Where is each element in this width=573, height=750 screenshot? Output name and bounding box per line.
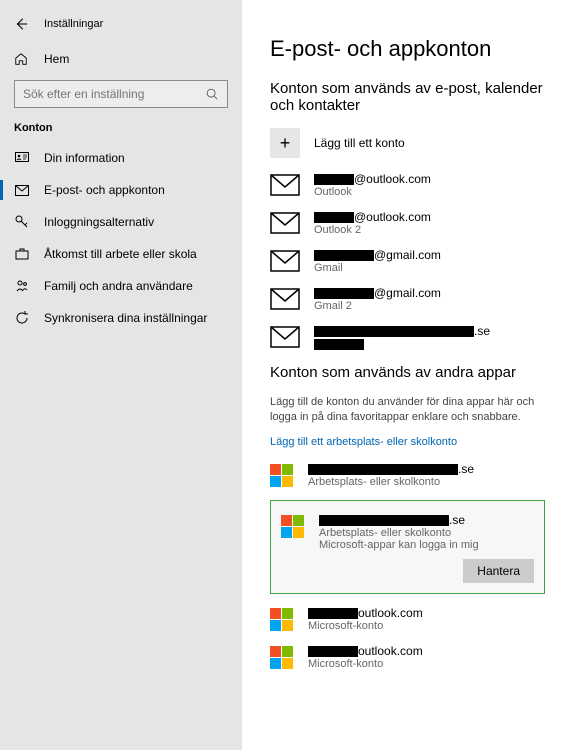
account-row[interactable]: @gmail.com Gmail 2 — [270, 286, 545, 312]
account-row[interactable]: outlook.com Microsoft-konto — [270, 606, 545, 632]
microsoft-logo-icon — [270, 608, 294, 632]
window-title: Inställningar — [44, 18, 103, 30]
briefcase-icon — [14, 248, 30, 260]
account-type: Arbetsplats- eller skolkonto — [308, 476, 474, 488]
mail-icon — [270, 286, 300, 310]
account-email: @outlook.com — [314, 210, 431, 224]
account-sub: Microsoft-appar kan logga in mig — [319, 539, 479, 551]
sidebar-item-info[interactable]: Din information — [0, 142, 242, 174]
account-email: .se — [314, 324, 490, 338]
account-row[interactable]: .se — [270, 324, 545, 350]
account-email: @gmail.com — [314, 286, 441, 300]
account-row[interactable]: @outlook.com Outlook 2 — [270, 210, 545, 236]
sidebar-item-label: Inloggningsalternativ — [44, 215, 154, 229]
mail-icon — [270, 324, 300, 348]
section-2-desc: Lägg till de konton du använder för dina… — [270, 395, 545, 426]
account-email: outlook.com — [308, 644, 423, 658]
microsoft-logo-icon — [270, 464, 294, 488]
account-email: @outlook.com — [314, 172, 431, 186]
search-input-container[interactable] — [14, 80, 228, 108]
account-provider: Gmail 2 — [314, 300, 441, 312]
sidebar-item-signin[interactable]: Inloggningsalternativ — [0, 206, 242, 238]
manage-button[interactable]: Hantera — [463, 559, 534, 583]
sidebar-item-email[interactable]: E-post- och appkonton — [0, 174, 242, 206]
home-icon — [14, 52, 28, 66]
sidebar-item-sync[interactable]: Synkronisera dina inställningar — [0, 302, 242, 334]
person-card-icon — [14, 152, 30, 164]
sidebar-item-label: Synkronisera dina inställningar — [44, 311, 207, 325]
account-row[interactable]: .se Arbetsplats- eller skolkonto Microso… — [281, 513, 534, 551]
search-input[interactable] — [23, 87, 205, 101]
account-type: Microsoft-konto — [308, 620, 423, 632]
sidebar-item-family[interactable]: Familj och andra användare — [0, 270, 242, 302]
sidebar-item-label: Familj och andra användare — [44, 279, 193, 293]
sync-icon — [14, 311, 30, 325]
page-title: E-post- och appkonton — [270, 36, 545, 62]
key-icon — [14, 215, 30, 229]
mail-icon — [14, 185, 30, 196]
account-email: outlook.com — [308, 606, 423, 620]
sidebar-item-label: Din information — [44, 151, 125, 165]
account-provider: Gmail — [314, 262, 441, 274]
account-provider — [314, 338, 490, 350]
home-nav[interactable]: Hem — [14, 48, 228, 70]
nav-section-label: Konton — [0, 108, 242, 142]
sidebar-item-label: E-post- och appkonton — [44, 183, 165, 197]
sidebar-item-label: Åtkomst till arbete eller skola — [44, 247, 197, 261]
add-work-account-link[interactable]: Lägg till ett arbetsplats- eller skolkon… — [270, 436, 545, 448]
add-account-label: Lägg till ett konto — [314, 136, 405, 150]
account-row[interactable]: @gmail.com Gmail — [270, 248, 545, 274]
section-title-2: Konton som används av andra appar — [270, 364, 545, 381]
account-email: @gmail.com — [314, 248, 441, 262]
account-row[interactable]: outlook.com Microsoft-konto — [270, 644, 545, 670]
microsoft-logo-icon — [270, 646, 294, 670]
account-row[interactable]: @outlook.com Outlook — [270, 172, 545, 198]
account-type: Arbetsplats- eller skolkonto — [319, 527, 479, 539]
account-email: .se — [308, 462, 474, 476]
mail-icon — [270, 248, 300, 272]
section-title-1: Konton som används av e-post, kalender o… — [270, 80, 545, 114]
search-icon — [205, 87, 219, 101]
account-type: Microsoft-konto — [308, 658, 423, 670]
home-label: Hem — [44, 52, 69, 66]
people-icon — [14, 280, 30, 292]
account-provider: Outlook — [314, 186, 431, 198]
selected-account-panel: .se Arbetsplats- eller skolkonto Microso… — [270, 500, 545, 594]
back-icon[interactable] — [14, 17, 28, 31]
mail-icon — [270, 172, 300, 196]
microsoft-logo-icon — [281, 515, 305, 539]
sidebar-item-work[interactable]: Åtkomst till arbete eller skola — [0, 238, 242, 270]
account-email: .se — [319, 513, 479, 527]
add-account-button[interactable]: + Lägg till ett konto — [270, 128, 545, 158]
account-provider: Outlook 2 — [314, 224, 431, 236]
account-row[interactable]: .se Arbetsplats- eller skolkonto — [270, 462, 545, 488]
mail-icon — [270, 210, 300, 234]
plus-icon: + — [270, 128, 300, 158]
